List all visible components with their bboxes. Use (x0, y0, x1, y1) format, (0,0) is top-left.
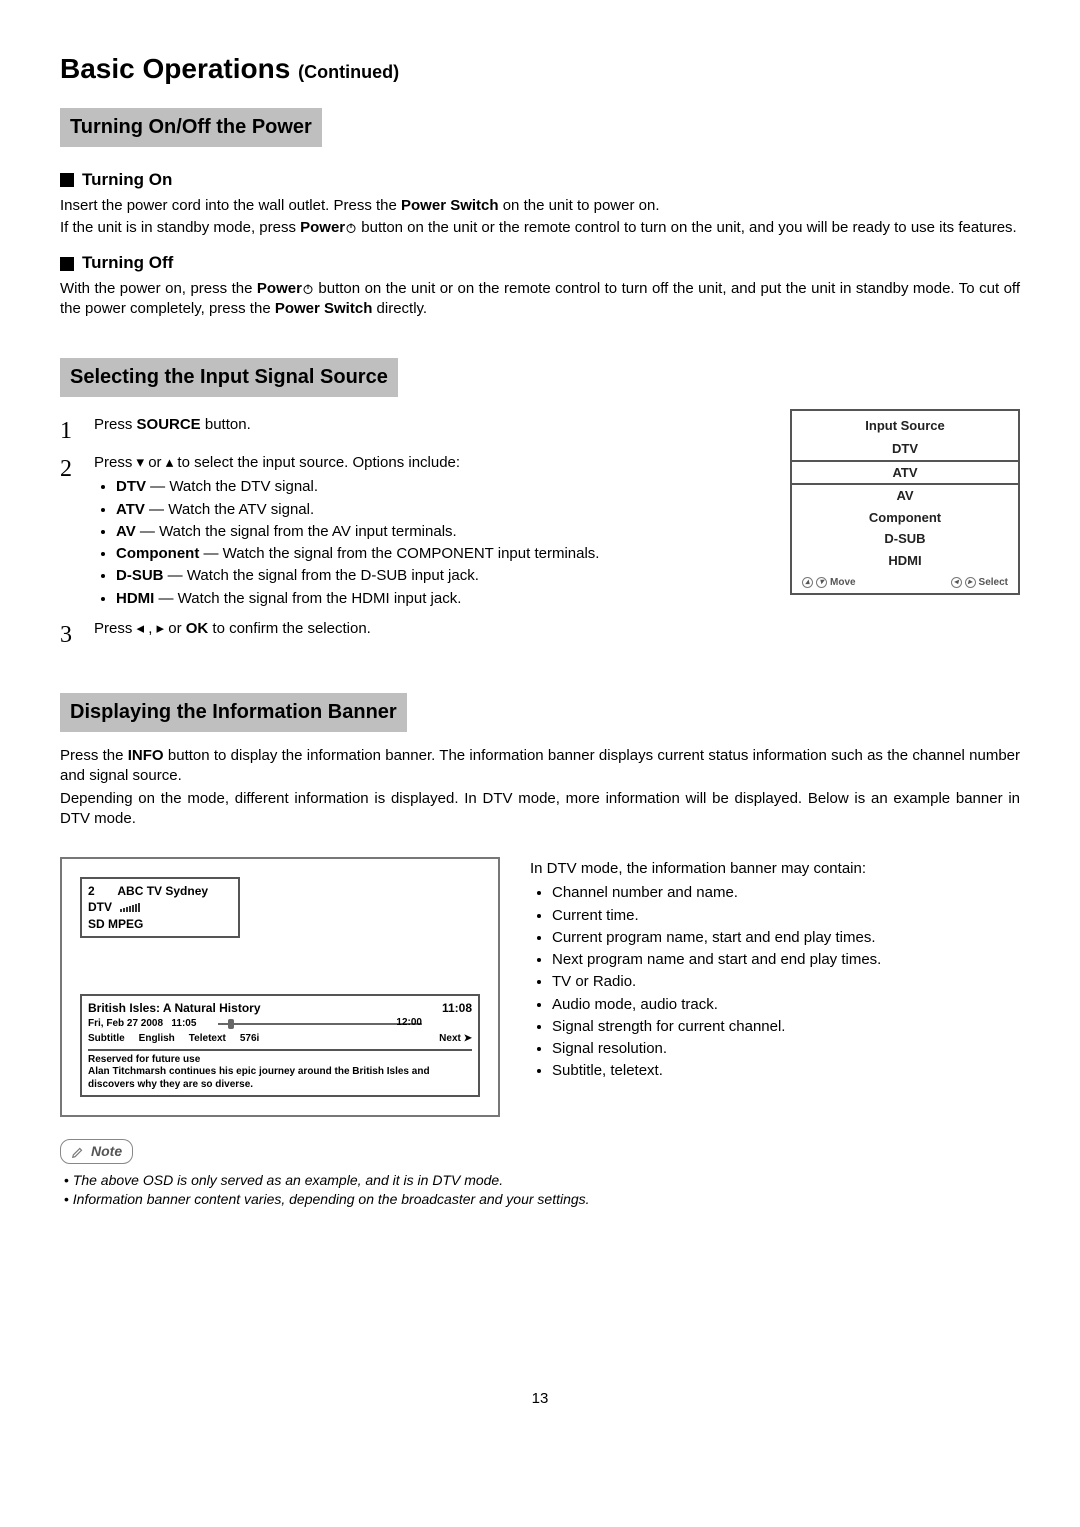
paragraph: With the power on, press the Power butto… (60, 279, 1020, 320)
osd-item-dtv: DTV (792, 438, 1018, 460)
up-down-icon: ▾ (816, 577, 827, 588)
paragraph: In DTV mode, the information banner may … (530, 859, 1020, 879)
subheading-turning-off: Turning Off (60, 252, 1020, 275)
page-number: 13 (60, 1389, 1020, 1409)
osd-item-component: Component (792, 507, 1018, 529)
pen-icon (71, 1145, 85, 1159)
section-heading-power: Turning On/Off the Power (60, 108, 322, 147)
osd-title: Input Source (792, 411, 1018, 439)
signal-strength-icon (120, 903, 140, 912)
osd-item-atv-selected: ATV (792, 460, 1018, 486)
paragraph: Depending on the mode, different informa… (60, 789, 1020, 830)
banner-channel-box: 2 ABC TV Sydney DTV SD MPEG (80, 877, 240, 938)
step-1: 1 Press SOURCE button. (60, 415, 760, 447)
note-list: The above OSD is only served as an examp… (60, 1171, 1020, 1209)
section-heading-input-source: Selecting the Input Signal Source (60, 358, 398, 397)
power-icon (345, 222, 357, 234)
left-right-icon: ▸ (965, 577, 976, 588)
note-badge: Note (60, 1139, 133, 1164)
timeline-marker-icon (228, 1019, 234, 1029)
power-icon (302, 283, 314, 295)
subheading-turning-on: Turning On (60, 169, 1020, 192)
osd-item-dsub: D-SUB (792, 528, 1018, 550)
section-heading-info-banner: Displaying the Information Banner (60, 693, 407, 732)
paragraph: Insert the power cord into the wall outl… (60, 196, 1020, 216)
square-bullet-icon (60, 257, 74, 271)
osd-item-av: AV (792, 485, 1018, 507)
banner-program-box: British Isles: A Natural History 11:08 F… (80, 994, 480, 1097)
paragraph: Press the INFO button to display the inf… (60, 746, 1020, 787)
input-options-list: DTV — Watch the DTV signal. ATV — Watch … (94, 477, 760, 609)
square-bullet-icon (60, 173, 74, 187)
osd-item-hdmi: HDMI (792, 550, 1018, 572)
osd-info-banner: 2 ABC TV Sydney DTV SD MPEG British Isle… (60, 857, 500, 1117)
banner-contents-list: Channel number and name. Current time. C… (530, 883, 1020, 1081)
left-right-icon: ◂ (951, 577, 962, 588)
step-3: 3 Press ◂ , ▸ or OK to confirm the selec… (60, 619, 760, 651)
osd-input-source: Input Source DTV ATV AV Component D-SUB … (790, 409, 1020, 595)
paragraph: If the unit is in standby mode, press Po… (60, 218, 1020, 238)
step-2: 2 Press ▾ or ▴ to select the input sourc… (60, 453, 760, 613)
page-title: Basic Operations (Continued) (60, 50, 1020, 88)
up-down-icon: ▴ (802, 577, 813, 588)
